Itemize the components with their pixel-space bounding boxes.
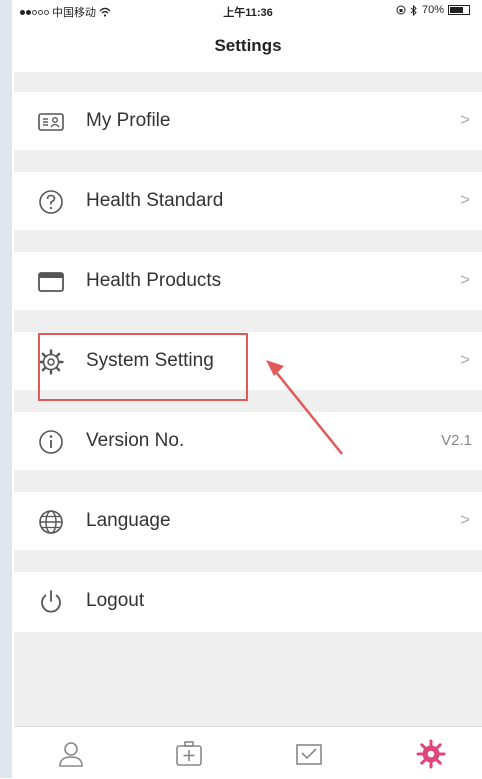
chevron-right-icon: >	[460, 110, 470, 129]
page-title: Settings	[214, 36, 282, 55]
menu-item-label: My Profile	[86, 110, 171, 131]
profile-card-icon	[38, 113, 64, 131]
chevron-right-icon: >	[460, 190, 470, 209]
bottom-empty-area	[14, 632, 482, 726]
power-icon	[41, 590, 61, 613]
menu-item-label: Health Products	[86, 270, 222, 291]
status-right-group: 70%	[396, 4, 470, 16]
menu-item-my-profile[interactable]: My Profile >	[14, 92, 482, 150]
menu-item-health-standard[interactable]: Health Standard >	[14, 172, 482, 230]
wifi-icon	[99, 7, 111, 17]
menu-item-label: Logout	[86, 590, 145, 611]
version-value: V2.1	[441, 432, 472, 449]
orientation-lock-icon	[396, 5, 406, 15]
settings-gear-icon[interactable]	[416, 739, 446, 769]
chevron-right-icon: >	[460, 350, 470, 369]
menu-item-label: Version No.	[86, 430, 185, 451]
chevron-right-icon: >	[460, 510, 470, 529]
section-gap	[14, 72, 482, 92]
left-margin-strip	[0, 0, 12, 778]
section-gap	[14, 310, 482, 332]
person-icon[interactable]	[56, 739, 86, 769]
battery-percent: 70%	[421, 4, 444, 16]
message-icon[interactable]	[294, 739, 324, 769]
question-icon	[39, 190, 63, 214]
status-bar: 中国移动 上午11:36 70%	[14, 0, 482, 22]
products-window-icon	[38, 272, 64, 292]
carrier-group: 中国移动	[20, 4, 111, 20]
bluetooth-icon	[410, 4, 417, 16]
menu-item-language[interactable]: Language >	[14, 492, 482, 550]
menu-item-logout[interactable]: Logout	[14, 572, 482, 632]
section-gap	[14, 230, 482, 252]
medical-kit-icon[interactable]	[174, 739, 204, 769]
menu-item-label: Language	[86, 510, 171, 531]
menu-item-label: Health Standard	[86, 190, 224, 211]
chevron-right-icon: >	[460, 270, 470, 289]
info-icon	[39, 430, 63, 454]
highlight-box	[38, 333, 248, 401]
signal-strength-icon	[20, 9, 49, 15]
section-gap	[14, 550, 482, 572]
battery-icon	[448, 5, 470, 15]
menu-item-health-products[interactable]: Health Products >	[14, 252, 482, 310]
section-gap	[14, 150, 482, 172]
phone-screen: 中国移动 上午11:36 70% Settings My Profile > H…	[14, 0, 482, 779]
carrier-name: 中国移动	[52, 7, 96, 19]
globe-icon	[39, 510, 63, 534]
tab-bar	[14, 726, 482, 779]
menu-item-version: Version No. V2.1	[14, 412, 482, 470]
section-gap	[14, 470, 482, 492]
